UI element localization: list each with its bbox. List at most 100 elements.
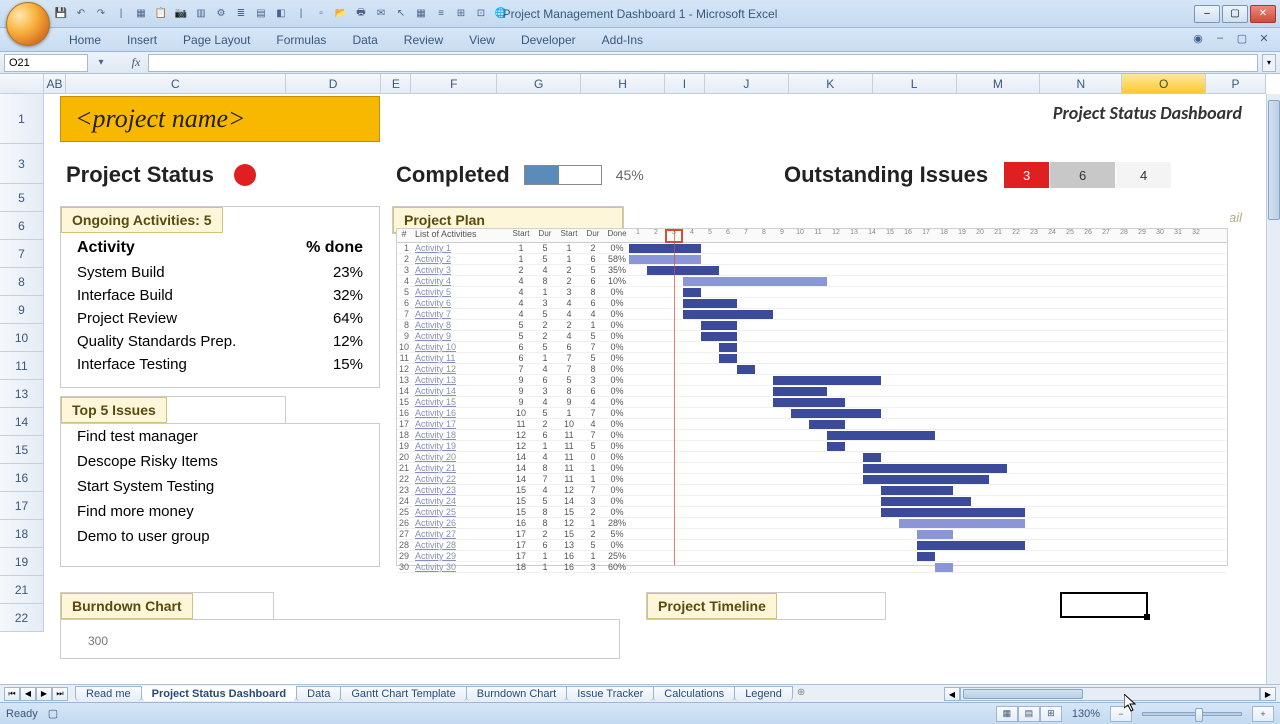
mail-icon[interactable]: ✉ [372, 5, 390, 23]
gantt-row[interactable]: 24Activity 241551430% [397, 496, 1227, 507]
save-icon[interactable]: 💾 [52, 5, 70, 23]
gantt-activity-link[interactable]: Activity 21 [411, 463, 509, 473]
gantt-activity-link[interactable]: Activity 13 [411, 375, 509, 385]
gantt-row[interactable]: 20Activity 201441100% [397, 452, 1227, 463]
gantt-activity-link[interactable]: Activity 2 [411, 254, 509, 264]
gantt-activity-link[interactable]: Activity 10 [411, 342, 509, 352]
select-all-corner[interactable] [0, 74, 44, 94]
selected-cell-o21[interactable] [1060, 592, 1148, 618]
gantt-activity-link[interactable]: Activity 9 [411, 331, 509, 341]
zoom-percent[interactable]: 130% [1072, 708, 1100, 720]
macro-record-icon[interactable]: ▢ [48, 707, 58, 720]
sheet-tab-read-me[interactable]: Read me [75, 686, 142, 701]
close-button[interactable]: ✕ [1250, 5, 1276, 23]
column-header-N[interactable]: N [1040, 74, 1122, 94]
column-header-C[interactable]: C [66, 74, 286, 94]
office-button[interactable] [6, 2, 50, 46]
gantt-row[interactable]: 16Activity 16105170% [397, 408, 1227, 419]
gantt-activity-link[interactable]: Activity 6 [411, 298, 509, 308]
gantt-activity-link[interactable]: Activity 4 [411, 276, 509, 286]
gantt-row[interactable]: 2Activity 2151658% [397, 254, 1227, 265]
list-icon[interactable]: ≡ [432, 5, 450, 23]
hscroll-left[interactable]: ◀ [944, 687, 960, 701]
gantt-row[interactable]: 11Activity 1161750% [397, 353, 1227, 364]
zoom-out-icon[interactable]: − [1110, 706, 1132, 722]
gantt-row[interactable]: 8Activity 852210% [397, 320, 1227, 331]
gantt-row[interactable]: 29Activity 2917116125% [397, 551, 1227, 562]
formula-expand-icon[interactable]: ▾ [1262, 54, 1276, 72]
name-box[interactable] [4, 54, 88, 72]
row-header-21[interactable]: 21 [0, 576, 44, 604]
ribbon-tab-home[interactable]: Home [56, 28, 114, 51]
paste-icon[interactable]: 📋 [152, 5, 170, 23]
gantt-activity-link[interactable]: Activity 26 [411, 518, 509, 528]
horizontal-scrollbar[interactable] [960, 687, 1260, 701]
gantt-activity-link[interactable]: Activity 18 [411, 430, 509, 440]
gantt-activity-link[interactable]: Activity 30 [411, 562, 509, 572]
column-header-P[interactable]: P [1206, 74, 1266, 94]
ribbon-tab-review[interactable]: Review [391, 28, 456, 51]
gantt-activity-link[interactable]: Activity 27 [411, 529, 509, 539]
column-header-J[interactable]: J [705, 74, 789, 94]
namebox-dropdown-icon[interactable]: ▾ [92, 54, 110, 72]
gantt-row[interactable]: 3Activity 3242535% [397, 265, 1227, 276]
gantt-activity-link[interactable]: Activity 19 [411, 441, 509, 451]
row-header-8[interactable]: 8 [0, 268, 44, 296]
tab-nav-last[interactable]: ⏭ [52, 687, 68, 701]
gantt-row[interactable]: 4Activity 4482610% [397, 276, 1227, 287]
print-icon[interactable]: 🖶 [352, 5, 370, 23]
gantt-activity-link[interactable]: Activity 3 [411, 265, 509, 275]
new-icon[interactable]: ▫ [312, 5, 330, 23]
gantt-row[interactable]: 9Activity 952450% [397, 331, 1227, 342]
ribbon-tab-view[interactable]: View [456, 28, 508, 51]
ribbon-close-icon[interactable]: ✕ [1256, 30, 1272, 46]
gantt-row[interactable]: 21Activity 211481110% [397, 463, 1227, 474]
tool-icon[interactable]: ⊞ [452, 5, 470, 23]
column-header-H[interactable]: H [581, 74, 665, 94]
gantt-activity-link[interactable]: Activity 14 [411, 386, 509, 396]
tab-nav-first[interactable]: ⏮ [4, 687, 20, 701]
row-header-9[interactable]: 9 [0, 296, 44, 324]
gantt-activity-link[interactable]: Activity 16 [411, 408, 509, 418]
open-icon[interactable]: 📂 [332, 5, 350, 23]
sheet-tab-data[interactable]: Data [296, 686, 341, 701]
row-header-22[interactable]: 22 [0, 604, 44, 632]
redo-icon[interactable]: ↷ [92, 5, 110, 23]
column-header-L[interactable]: L [873, 74, 957, 94]
tab-nav-prev[interactable]: ◀ [20, 687, 36, 701]
tool-icon[interactable]: ≣ [232, 5, 250, 23]
gantt-row[interactable]: 1Activity 115120% [397, 243, 1227, 254]
row-header-3[interactable]: 3 [0, 144, 44, 184]
zoom-in-icon[interactable]: + [1252, 706, 1274, 722]
tool-icon[interactable]: ⊡ [472, 5, 490, 23]
sheet-tab-burndown-chart[interactable]: Burndown Chart [466, 686, 568, 701]
gantt-row[interactable]: 18Activity 181261170% [397, 430, 1227, 441]
gantt-activity-link[interactable]: Activity 12 [411, 364, 509, 374]
gantt-activity-link[interactable]: Activity 28 [411, 540, 509, 550]
zoom-slider-thumb[interactable] [1195, 708, 1203, 722]
tool-icon[interactable]: ⚙ [212, 5, 230, 23]
camera-icon[interactable]: 📷 [172, 5, 190, 23]
formula-input[interactable] [148, 54, 1258, 72]
column-header-O[interactable]: O [1122, 74, 1206, 94]
gantt-activity-link[interactable]: Activity 25 [411, 507, 509, 517]
fx-icon[interactable]: fx [128, 55, 144, 70]
gantt-row[interactable]: 6Activity 643460% [397, 298, 1227, 309]
column-header-F[interactable]: F [411, 74, 497, 94]
insert-sheet-icon[interactable]: ⊕ [797, 687, 817, 701]
gantt-activity-link[interactable]: Activity 11 [411, 353, 509, 363]
gantt-activity-link[interactable]: Activity 5 [411, 287, 509, 297]
grid-icon[interactable]: ▥ [192, 5, 210, 23]
row-header-7[interactable]: 7 [0, 240, 44, 268]
column-header-G[interactable]: G [497, 74, 581, 94]
gantt-row[interactable]: 5Activity 541380% [397, 287, 1227, 298]
sheet-tab-calculations[interactable]: Calculations [653, 686, 735, 701]
undo-icon[interactable]: ↶ [72, 5, 90, 23]
row-header-16[interactable]: 16 [0, 464, 44, 492]
gantt-row[interactable]: 25Activity 251581520% [397, 507, 1227, 518]
sheet-tab-legend[interactable]: Legend [734, 686, 793, 701]
row-header-6[interactable]: 6 [0, 212, 44, 240]
vertical-scroll-thumb[interactable] [1268, 100, 1280, 220]
row-header-19[interactable]: 19 [0, 548, 44, 576]
gantt-activity-link[interactable]: Activity 17 [411, 419, 509, 429]
